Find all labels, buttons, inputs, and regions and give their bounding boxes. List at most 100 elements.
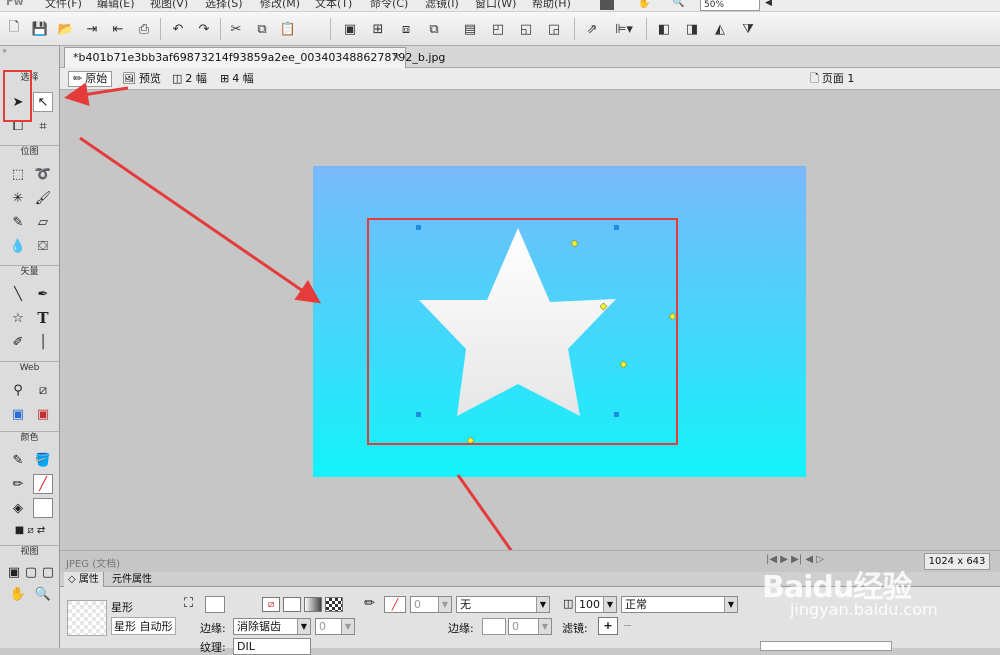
slice-tool-icon[interactable]: ⧄: [33, 380, 53, 400]
panel-collapse-icon[interactable]: »: [2, 46, 58, 56]
menu-commands[interactable]: 命令(C): [370, 0, 408, 11]
send-back-icon[interactable]: ◲: [544, 19, 564, 39]
stroke-swatch[interactable]: ╱: [33, 474, 53, 494]
group-icon[interactable]: ▣: [340, 19, 360, 39]
menu-view[interactable]: 视图(V): [150, 0, 188, 11]
freeform-tool-icon[interactable]: ✐: [8, 332, 28, 352]
menu-edit[interactable]: 编辑(E): [97, 0, 135, 11]
send-backward-icon[interactable]: ◱: [516, 19, 536, 39]
import-icon[interactable]: ⇥: [82, 19, 102, 39]
mode-icon[interactable]: [600, 0, 614, 10]
fill-solid-button[interactable]: [283, 597, 301, 612]
show-slices-icon[interactable]: ▣: [33, 404, 53, 424]
print-icon[interactable]: ⎙: [134, 19, 154, 39]
marquee-tool-icon[interactable]: ⬚: [8, 164, 28, 184]
align-icon[interactable]: ⊫▾: [610, 19, 638, 39]
menu-select[interactable]: 选择(S): [205, 0, 243, 11]
zoom-icon[interactable]: 🔍: [672, 0, 684, 8]
canvas-size-label[interactable]: 1024 x 643: [924, 553, 990, 570]
zoom-tool-icon[interactable]: 🔍: [33, 584, 53, 604]
join-icon[interactable]: ⧈: [396, 19, 416, 39]
swap-colors-icon[interactable]: ■ ⧄ ⇄: [6, 520, 54, 540]
brush-tool-icon[interactable]: 🖌: [33, 188, 53, 208]
text-tool-icon[interactable]: T: [33, 308, 53, 328]
rotate-cw-icon[interactable]: ◨: [682, 19, 702, 39]
hide-slices-icon[interactable]: ▣: [8, 404, 28, 424]
menu-file[interactable]: 文件(F): [45, 0, 82, 11]
stroke-edge-box[interactable]: [482, 618, 506, 635]
cut-icon[interactable]: ✂: [226, 19, 246, 39]
paint-bucket-icon[interactable]: 🪣: [33, 450, 53, 470]
blur-tool-icon[interactable]: 💧: [8, 236, 28, 256]
texture-select[interactable]: DIL: [233, 638, 311, 655]
bring-forward-icon[interactable]: ◰: [488, 19, 508, 39]
object-name-field[interactable]: 星形 自动形: [111, 617, 176, 635]
document-tab[interactable]: *b401b71e3bb3af69873214f93859a2ee_003403…: [64, 47, 445, 68]
stroke-color-icon[interactable]: ✏: [8, 474, 28, 494]
lasso-tool-icon[interactable]: ➰: [33, 164, 53, 184]
split-icon[interactable]: ⧉: [424, 19, 444, 39]
export-icon[interactable]: ⇤: [108, 19, 128, 39]
zoom-dropdown-icon[interactable]: ◀: [765, 0, 772, 8]
full-screen-mode-icon[interactable]: ▢: [38, 562, 58, 582]
menu-filters[interactable]: 滤镜(I): [425, 0, 459, 11]
tab-properties[interactable]: ◇ 属性: [64, 572, 104, 587]
open-icon[interactable]: 📂: [56, 19, 76, 39]
stamp-tool-icon[interactable]: ⛋: [33, 236, 53, 256]
stroke-width-field[interactable]: 0 ▼: [410, 596, 452, 613]
bring-front-icon[interactable]: ▤: [460, 19, 480, 39]
redo-icon[interactable]: ↷: [194, 19, 214, 39]
view-preview-tab[interactable]: 🖼 预览: [122, 71, 161, 87]
fill-pattern-button[interactable]: [325, 597, 343, 612]
remove-filter-button[interactable]: −: [623, 619, 632, 632]
eraser-tool-icon[interactable]: ▱: [33, 212, 53, 232]
opacity-field[interactable]: 100 ▼: [575, 596, 617, 613]
ungroup-icon[interactable]: ⊞: [368, 19, 388, 39]
pen-tool-icon[interactable]: ✒: [33, 284, 53, 304]
rotate-ccw-icon[interactable]: ◧: [654, 19, 674, 39]
line-tool-icon[interactable]: ╲: [8, 284, 28, 304]
page-selector[interactable]: 🗋 页面 1: [810, 71, 854, 87]
add-filter-button[interactable]: +: [598, 617, 618, 635]
menu-modify[interactable]: 修改(M): [260, 0, 300, 11]
chart-icon[interactable]: ⇗: [582, 19, 602, 39]
fill-edge-amount[interactable]: 0 ▼: [315, 618, 355, 635]
zoom-select[interactable]: 50%: [700, 0, 760, 11]
close-tab-icon[interactable]: ✕: [392, 48, 401, 67]
blend-mode-select[interactable]: 正常 ▼: [621, 596, 738, 613]
hand-tool-icon[interactable]: ✋: [8, 584, 28, 604]
pencil-tool-icon[interactable]: ✎: [8, 212, 28, 232]
stroke-edge-amount[interactable]: 0 ▼: [508, 618, 552, 635]
view-2up-tab[interactable]: ◫ 2 幅: [172, 71, 207, 87]
fill-color-icon[interactable]: ◈: [8, 498, 28, 518]
fill-edge-select[interactable]: 消除锯齿 ▼: [233, 618, 311, 635]
fill-none-button[interactable]: ⧄: [262, 597, 280, 612]
filters-list[interactable]: [760, 641, 892, 651]
menu-text[interactable]: 文本(T): [315, 0, 352, 11]
undo-icon[interactable]: ↶: [168, 19, 188, 39]
menu-window[interactable]: 窗口(W): [475, 0, 516, 11]
new-file-icon[interactable]: 🗋: [4, 19, 24, 39]
fill-color-swatch[interactable]: [205, 596, 225, 613]
save-icon[interactable]: 💾: [30, 19, 50, 39]
crop-tool-icon[interactable]: ⌗: [33, 116, 53, 136]
flip-horizontal-icon[interactable]: ◭: [710, 19, 730, 39]
magic-wand-icon[interactable]: ✳: [8, 188, 28, 208]
flip-vertical-icon[interactable]: ⧩: [738, 19, 758, 39]
view-4up-tab[interactable]: ⊞ 4 幅: [220, 71, 254, 87]
subselect-tool-icon[interactable]: ↖: [33, 92, 53, 112]
copy-icon[interactable]: ⧉: [252, 19, 272, 39]
stroke-type-select[interactable]: 无 ▼: [456, 596, 550, 613]
tab-symbol-properties[interactable]: 元件属性: [108, 572, 156, 587]
paste-icon[interactable]: 📋: [278, 19, 298, 39]
fill-gradient-button[interactable]: [304, 597, 322, 612]
menu-help[interactable]: 帮助(H): [532, 0, 571, 11]
hand-icon[interactable]: ✋: [638, 0, 650, 9]
knife-tool-icon[interactable]: │: [33, 332, 53, 352]
star-shape-tool-icon[interactable]: ☆: [8, 308, 28, 328]
fill-swatch[interactable]: [33, 498, 53, 518]
hotspot-tool-icon[interactable]: ⚲: [8, 380, 28, 400]
eyedropper-tool-icon[interactable]: ✎: [8, 450, 28, 470]
view-original-tab[interactable]: ✏ 原始: [68, 71, 113, 87]
stroke-color-swatch[interactable]: ╱: [384, 596, 406, 613]
